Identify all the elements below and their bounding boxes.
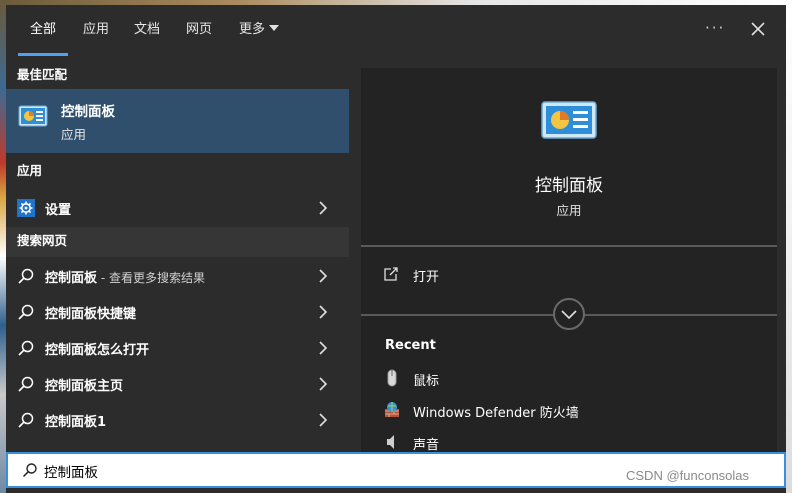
app-item-settings[interactable]: 设置 [6, 190, 349, 226]
tab-apps[interactable]: 应用 [83, 20, 109, 44]
divider [361, 245, 777, 247]
web-result-item[interactable]: 控制面板怎么打开 [6, 330, 349, 366]
search-panel: 全部 应用 文档 网页 更多 ··· 最佳匹配 控制面板 应用 应用 设置 搜索… [6, 5, 786, 453]
web-result-label: 控制面板1 [45, 415, 107, 430]
web-result-label: 控制面板主页 [45, 379, 124, 394]
chevron-down-icon [561, 310, 577, 320]
web-result-item[interactable]: 控制面板 - 查看更多搜索结果 [6, 258, 349, 294]
results-list: 最佳匹配 控制面板 应用 应用 设置 搜索网页 控制面板 - 查看更多搜索结果 … [6, 61, 349, 452]
recent-header: Recent [385, 338, 436, 353]
open-action-label: 打开 [413, 270, 440, 285]
more-options-icon[interactable]: ··· [705, 19, 725, 37]
control-panel-large-icon [541, 101, 597, 139]
tab-more-label: 更多 [239, 22, 266, 37]
tab-documents[interactable]: 文档 [134, 20, 160, 44]
caret-down-icon [269, 25, 280, 31]
web-result-label: 控制面板快捷键 [45, 307, 137, 322]
chevron-right-icon [319, 269, 328, 283]
active-tab-indicator [18, 53, 68, 56]
recent-item-label: 鼠标 [413, 374, 440, 389]
filter-tab-bar: 全部 应用 文档 网页 更多 ··· [6, 5, 786, 61]
section-header-best-match: 最佳匹配 [6, 61, 349, 91]
firewall-icon [385, 402, 399, 417]
tab-apps-label: 应用 [83, 22, 110, 37]
settings-gear-icon [17, 199, 35, 217]
best-match-subtitle: 应用 [61, 127, 87, 142]
chevron-right-icon [319, 377, 328, 391]
web-result-item[interactable]: 控制面板快捷键 [6, 294, 349, 330]
web-result-item[interactable]: 控制面板主页 [6, 366, 349, 402]
tab-more[interactable]: 更多 [239, 20, 280, 44]
close-button[interactable] [746, 17, 770, 41]
web-result-label: 控制面板怎么打开 [45, 343, 150, 358]
app-item-label: 设置 [45, 203, 72, 218]
chevron-right-icon [319, 413, 328, 427]
speaker-icon [387, 435, 394, 449]
search-icon [18, 376, 34, 392]
chevron-right-icon [319, 201, 328, 215]
search-icon [18, 304, 34, 320]
best-match-item-control-panel[interactable]: 控制面板 应用 [6, 89, 349, 153]
recent-item-label: Windows Defender 防火墙 [413, 406, 579, 421]
chevron-right-icon [319, 341, 328, 355]
web-result-item[interactable]: 控制面板1 [6, 402, 349, 438]
watermark: CSDN @funconsolas [626, 468, 750, 483]
control-panel-icon [18, 105, 48, 127]
preview-subtitle: 应用 [556, 203, 582, 218]
search-icon [18, 340, 34, 356]
web-result-label: 控制面板 - 查看更多搜索结果 [45, 271, 205, 286]
mouse-icon [387, 369, 397, 387]
tab-all[interactable]: 全部 [30, 20, 56, 44]
section-header-web: 搜索网页 [6, 227, 349, 257]
search-icon [18, 268, 34, 284]
recent-item-label: 声音 [413, 438, 440, 453]
tab-web-label: 网页 [186, 22, 213, 37]
best-match-title: 控制面板 [61, 104, 115, 120]
preview-title: 控制面板 [535, 176, 603, 196]
tab-documents-label: 文档 [134, 22, 161, 37]
close-icon [751, 22, 765, 36]
search-icon [22, 463, 37, 478]
chevron-right-icon [319, 305, 328, 319]
tab-web[interactable]: 网页 [186, 20, 212, 44]
section-header-apps: 应用 [6, 157, 349, 187]
search-icon [18, 412, 34, 428]
search-input[interactable] [44, 460, 544, 482]
preview-pane: 控制面板 应用 打开 Recent 鼠标 Windows Defender 防火… [361, 68, 777, 453]
tab-all-label: 全部 [30, 22, 57, 37]
desktop-background-right [786, 0, 792, 493]
expand-button[interactable] [553, 298, 585, 330]
open-external-icon [384, 267, 398, 281]
